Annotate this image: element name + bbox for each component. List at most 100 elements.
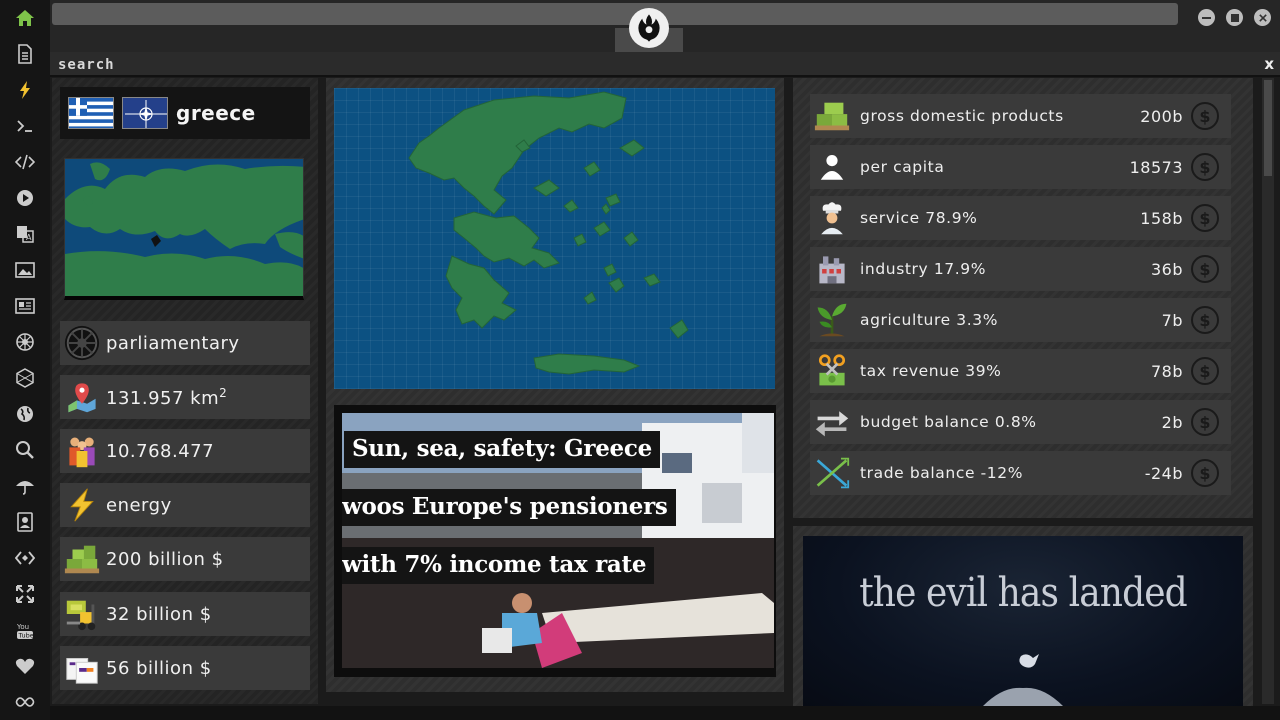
area-card[interactable]: 131.957 km2 xyxy=(60,375,310,419)
svg-text:Tube: Tube xyxy=(18,632,34,640)
contact-card-icon[interactable] xyxy=(13,510,37,534)
close-window-button[interactable] xyxy=(1254,9,1271,26)
search-icon[interactable] xyxy=(13,438,37,462)
imports-card[interactable]: 32 billion $ xyxy=(60,592,310,636)
terminal-icon[interactable] xyxy=(13,114,37,138)
dollar-coin-icon[interactable]: $ xyxy=(1191,306,1219,334)
newspaper-icon[interactable] xyxy=(13,294,37,318)
dollar-coin-icon[interactable]: $ xyxy=(1191,153,1219,181)
government-card[interactable]: parliamentary xyxy=(60,321,310,365)
econ-row-agriculture[interactable]: agriculture 3.3% 7b $ xyxy=(810,298,1231,342)
population-value: 10.768.477 xyxy=(106,440,215,462)
statue-shape xyxy=(983,687,1063,706)
government-label: parliamentary xyxy=(106,332,240,354)
expand-icon[interactable] xyxy=(13,582,37,606)
imperial-emblem-icon xyxy=(62,323,102,363)
globe-icon[interactable] xyxy=(13,402,37,426)
econ-value: -24b xyxy=(1144,463,1183,483)
play-icon[interactable] xyxy=(13,186,37,210)
shipping-box-icon xyxy=(62,648,102,688)
econ-label: budget balance 0.8% xyxy=(860,413,1037,431)
infinity-icon[interactable] xyxy=(13,690,37,714)
title-field[interactable] xyxy=(52,3,1178,25)
bottom-strip xyxy=(50,706,1280,720)
econ-row-gdp[interactable]: gross domestic products 200b $ xyxy=(810,94,1231,138)
translate-icon[interactable]: A xyxy=(13,222,37,246)
person-icon xyxy=(812,147,852,187)
minimize-button[interactable] xyxy=(1198,9,1215,26)
econ-row-per-capita[interactable]: per capita 18573 $ xyxy=(810,145,1231,189)
headline-line-2: woos Europe's pensioners xyxy=(342,489,676,526)
econ-label: gross domestic products xyxy=(860,107,1064,125)
econ-row-budget-balance[interactable]: budget balance 0.8% 2b $ xyxy=(810,400,1231,444)
econ-label: trade balance -12% xyxy=(860,464,1024,482)
dollar-coin-icon[interactable]: $ xyxy=(1191,255,1219,283)
country-header: greece xyxy=(60,87,310,139)
population-icon xyxy=(62,431,102,471)
code-icon[interactable] xyxy=(13,150,37,174)
econ-label: service 78.9% xyxy=(860,209,978,227)
news-photo: Sun, sea, safety: Greece woos Europe's p… xyxy=(342,413,774,668)
europe-minimap[interactable] xyxy=(64,158,304,300)
lightning-icon[interactable] xyxy=(13,78,37,102)
maximize-button[interactable] xyxy=(1226,9,1243,26)
greece-flag-icon xyxy=(68,97,114,129)
headline-line-1: Sun, sea, safety: Greece xyxy=(344,431,660,468)
imports-value: 32 billion $ xyxy=(106,603,212,625)
scissors-money-icon xyxy=(812,351,852,391)
plant-icon xyxy=(812,300,852,340)
factory-icon xyxy=(812,249,852,289)
icon-rail: A You Tube xyxy=(0,0,50,720)
gdp-card[interactable]: 200 billion $ xyxy=(60,537,310,581)
youtube-icon[interactable]: You Tube xyxy=(13,618,37,642)
hexagon-icon[interactable] xyxy=(13,366,37,390)
country-map[interactable] xyxy=(334,88,775,389)
app-window: A You Tube search x greece parliamentary… xyxy=(0,0,1280,720)
econ-row-tax-revenue[interactable]: tax revenue 39% 78b $ xyxy=(810,349,1231,393)
image-icon[interactable] xyxy=(13,258,37,282)
exports-value: 56 billion $ xyxy=(106,657,212,679)
lightning-icon xyxy=(62,485,102,525)
ad-banner[interactable]: the evil has landed xyxy=(803,536,1243,706)
econ-value: 2b xyxy=(1161,412,1183,432)
right-scrollbar[interactable] xyxy=(1262,78,1274,704)
econ-value: 78b xyxy=(1150,361,1183,381)
gdp-value: 200 billion $ xyxy=(106,548,224,570)
diamond-link-icon[interactable] xyxy=(13,546,37,570)
econ-value: 158b xyxy=(1140,208,1183,228)
home-icon[interactable] xyxy=(13,6,37,30)
econ-row-service[interactable]: service 78.9% 158b $ xyxy=(810,196,1231,240)
nato-flag-icon xyxy=(122,97,168,129)
search-input[interactable] xyxy=(58,55,1158,74)
econ-value: 18573 xyxy=(1129,157,1183,177)
econ-label: agriculture 3.3% xyxy=(860,311,999,329)
title-bar xyxy=(50,0,1280,52)
search-close-button[interactable]: x xyxy=(1264,55,1274,73)
dollar-coin-icon[interactable]: $ xyxy=(1191,408,1219,436)
population-card[interactable]: 10.768.477 xyxy=(60,429,310,473)
rebel-alliance-icon[interactable] xyxy=(629,8,669,48)
dollar-coin-icon[interactable]: $ xyxy=(1191,357,1219,385)
empire-icon[interactable] xyxy=(13,330,37,354)
energy-card[interactable]: energy xyxy=(60,483,310,527)
dollar-coin-icon[interactable]: $ xyxy=(1191,102,1219,130)
svg-text:A: A xyxy=(26,233,32,242)
forklift-icon xyxy=(62,594,102,634)
search-bar: x xyxy=(50,52,1280,77)
dollar-coin-icon[interactable]: $ xyxy=(1191,204,1219,232)
dollar-coin-icon[interactable]: $ xyxy=(1191,459,1219,487)
exports-card[interactable]: 56 billion $ xyxy=(60,646,310,690)
country-name: greece xyxy=(176,101,256,125)
econ-label: industry 17.9% xyxy=(860,260,987,278)
econ-value: 36b xyxy=(1150,259,1183,279)
bird-icon xyxy=(1019,654,1039,668)
econ-row-industry[interactable]: industry 17.9% 36b $ xyxy=(810,247,1231,291)
news-card[interactable]: Sun, sea, safety: Greece woos Europe's p… xyxy=(334,405,776,677)
econ-label: per capita xyxy=(860,158,945,176)
umbrella-icon[interactable] xyxy=(13,474,37,498)
econ-row-trade-balance[interactable]: trade balance -12% -24b $ xyxy=(810,451,1231,495)
heart-icon[interactable] xyxy=(13,654,37,678)
document-icon[interactable] xyxy=(13,42,37,66)
cash-stack-icon xyxy=(62,539,102,579)
scrollbar-thumb[interactable] xyxy=(1264,80,1272,176)
